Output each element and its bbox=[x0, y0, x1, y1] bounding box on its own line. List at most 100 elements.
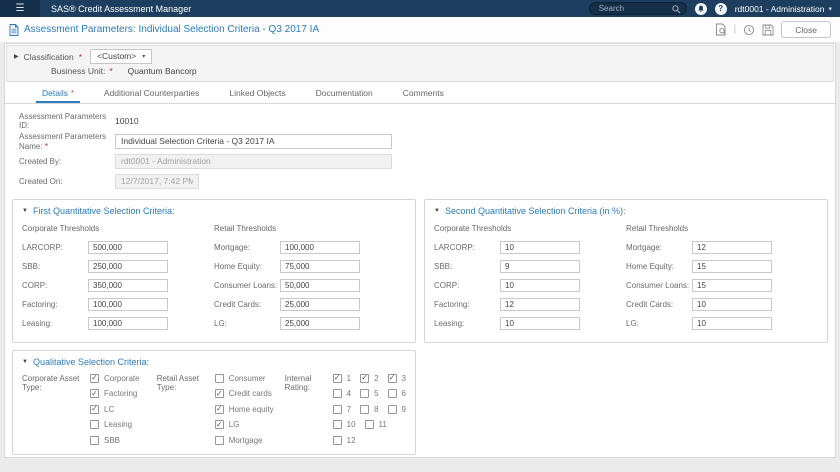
checkbox-12[interactable] bbox=[332, 435, 342, 445]
classification-bar: ▶ Classification * <Custom> ▾ Business U… bbox=[6, 45, 834, 82]
checkbox-label: Leasing bbox=[104, 420, 133, 429]
bell-icon bbox=[698, 5, 704, 12]
checkbox-4[interactable] bbox=[332, 389, 342, 398]
name-input[interactable] bbox=[115, 133, 392, 149]
second-quant-title: Second Quantitative Selection Criteria (… bbox=[444, 206, 626, 216]
input-larcorp[interactable] bbox=[500, 241, 580, 254]
tab-details[interactable]: Details * bbox=[27, 83, 89, 103]
notifications-button[interactable] bbox=[694, 2, 707, 15]
input-credit-cards[interactable] bbox=[280, 298, 360, 311]
classification-dropdown[interactable]: <Custom> ▾ bbox=[90, 49, 153, 64]
checkbox-home-equity[interactable]: ✓ bbox=[214, 404, 224, 414]
checkbox-11[interactable] bbox=[364, 420, 374, 429]
checkbox-item: 8 bbox=[360, 404, 379, 414]
save-button[interactable] bbox=[762, 24, 774, 36]
threshold-row: LG: bbox=[626, 317, 818, 330]
tab-label: Linked Objects bbox=[229, 88, 286, 98]
checkbox-leasing[interactable] bbox=[90, 420, 99, 429]
checkbox-label: 3 bbox=[401, 373, 406, 383]
input-home-equity[interactable] bbox=[692, 260, 772, 273]
input-larcorp[interactable] bbox=[88, 241, 168, 254]
field-label: SBB: bbox=[434, 262, 453, 271]
checkbox-item: Mortgage bbox=[214, 435, 274, 445]
input-sbb[interactable] bbox=[500, 260, 580, 273]
threshold-row: Factoring: bbox=[22, 298, 214, 311]
content-container: ▶ Classification * <Custom> ▾ Business U… bbox=[4, 43, 836, 458]
checkbox-lg[interactable]: ✓ bbox=[214, 420, 224, 429]
checkbox-credit-cards[interactable]: ✓ bbox=[214, 389, 224, 398]
checkbox-mortgage[interactable] bbox=[214, 435, 224, 445]
checkbox-label: 11 bbox=[378, 420, 387, 429]
checkbox-8[interactable] bbox=[360, 404, 370, 414]
created-on-label: Created On: bbox=[19, 176, 63, 186]
menu-button[interactable]: ☰ bbox=[0, 0, 40, 17]
user-menu[interactable]: rdt0001 - Administration ▾ bbox=[735, 4, 832, 14]
checkbox-label: LG bbox=[228, 420, 240, 429]
qualitative-header[interactable]: ▼ Qualitative Selection Criteria: bbox=[13, 351, 415, 370]
first-quant-header[interactable]: ▼ First Quantitative Selection Criteria: bbox=[13, 200, 415, 219]
second-quant-retail-fields: Mortgage: Home Equity: Consumer Loans: Cred… bbox=[626, 241, 818, 330]
threshold-row: Credit Cards: bbox=[214, 298, 406, 311]
tab-label: Comments bbox=[402, 88, 444, 98]
field-label: Factoring: bbox=[22, 300, 58, 309]
checkbox-sbb[interactable] bbox=[90, 435, 99, 445]
close-button[interactable]: Close bbox=[781, 21, 831, 38]
threshold-row: Home Equity: bbox=[626, 260, 818, 273]
checkbox-2[interactable]: ✓ bbox=[360, 373, 370, 383]
input-mortgage[interactable] bbox=[280, 241, 360, 254]
first-quant-panel: ▼ First Quantitative Selection Criteria:… bbox=[12, 199, 416, 343]
input-leasing[interactable] bbox=[88, 317, 168, 330]
created-by-input bbox=[115, 153, 392, 169]
search-input[interactable] bbox=[589, 4, 664, 13]
second-quant-header[interactable]: ▼ Second Quantitative Selection Criteria… bbox=[425, 200, 827, 219]
checkbox-item: ✓ 2 bbox=[360, 373, 379, 383]
input-home-equity[interactable] bbox=[280, 260, 360, 273]
input-factoring[interactable] bbox=[500, 298, 580, 311]
checkbox-corporate[interactable]: ✓ bbox=[90, 373, 99, 383]
tab-additional-counterparties[interactable]: Additional Counterparties bbox=[89, 83, 214, 103]
checkbox-3[interactable]: ✓ bbox=[387, 373, 397, 383]
first-quant-corporate-fields: LARCORP: SBB: CORP: Factoring: Leasing: bbox=[22, 241, 214, 330]
input-consumer-loans[interactable] bbox=[692, 279, 772, 292]
field-label: Factoring: bbox=[434, 300, 470, 309]
input-mortgage[interactable] bbox=[692, 241, 772, 254]
help-button[interactable]: ? bbox=[714, 2, 727, 15]
validate-button[interactable] bbox=[715, 23, 727, 36]
form-row-name: Assessment Parameters Name: * bbox=[19, 131, 835, 151]
checkbox-factoring[interactable]: ✓ bbox=[90, 389, 99, 398]
created-by-label: Created By: bbox=[19, 156, 62, 166]
checkbox-1[interactable]: ✓ bbox=[332, 373, 342, 383]
checkbox-lc[interactable]: ✓ bbox=[90, 404, 99, 414]
tab-comments[interactable]: Comments bbox=[388, 83, 459, 103]
input-lg[interactable] bbox=[692, 317, 772, 330]
collapse-right-icon[interactable]: ▶ bbox=[14, 53, 19, 60]
history-button[interactable] bbox=[743, 24, 755, 36]
second-quant-corporate-col: Corporate Thresholds LARCORP: SBB: CORP: Fa… bbox=[434, 219, 626, 336]
checkbox-6[interactable] bbox=[387, 389, 397, 398]
checkbox-9[interactable] bbox=[387, 404, 397, 414]
input-sbb[interactable] bbox=[88, 260, 168, 273]
checkbox-item: ✓ 1 bbox=[332, 373, 351, 383]
tab-documentation[interactable]: Documentation bbox=[301, 83, 388, 103]
required-marker: * bbox=[70, 88, 74, 97]
input-corp[interactable] bbox=[88, 279, 168, 292]
input-corp[interactable] bbox=[500, 279, 580, 292]
rating-row: 12 bbox=[332, 435, 406, 445]
checkbox-5[interactable] bbox=[360, 389, 370, 398]
checkbox-item: 9 bbox=[387, 404, 406, 414]
input-leasing[interactable] bbox=[500, 317, 580, 330]
field-label: Credit Cards: bbox=[214, 300, 262, 309]
checkbox-10[interactable] bbox=[332, 420, 342, 429]
checkbox-item: 11 bbox=[364, 420, 387, 430]
input-lg[interactable] bbox=[280, 317, 360, 330]
input-consumer-loans[interactable] bbox=[280, 279, 360, 292]
input-credit-cards[interactable] bbox=[692, 298, 772, 311]
checkbox-consumer[interactable] bbox=[214, 373, 224, 383]
classification-dropdown-value: <Custom> bbox=[97, 51, 137, 61]
checkbox-item: ✓ Corporate bbox=[90, 373, 140, 383]
input-factoring[interactable] bbox=[88, 298, 168, 311]
threshold-row: SBB: bbox=[22, 260, 214, 273]
tab-linked-objects[interactable]: Linked Objects bbox=[214, 83, 300, 103]
checkbox-7[interactable] bbox=[332, 404, 342, 414]
required-marker: * bbox=[44, 140, 49, 151]
